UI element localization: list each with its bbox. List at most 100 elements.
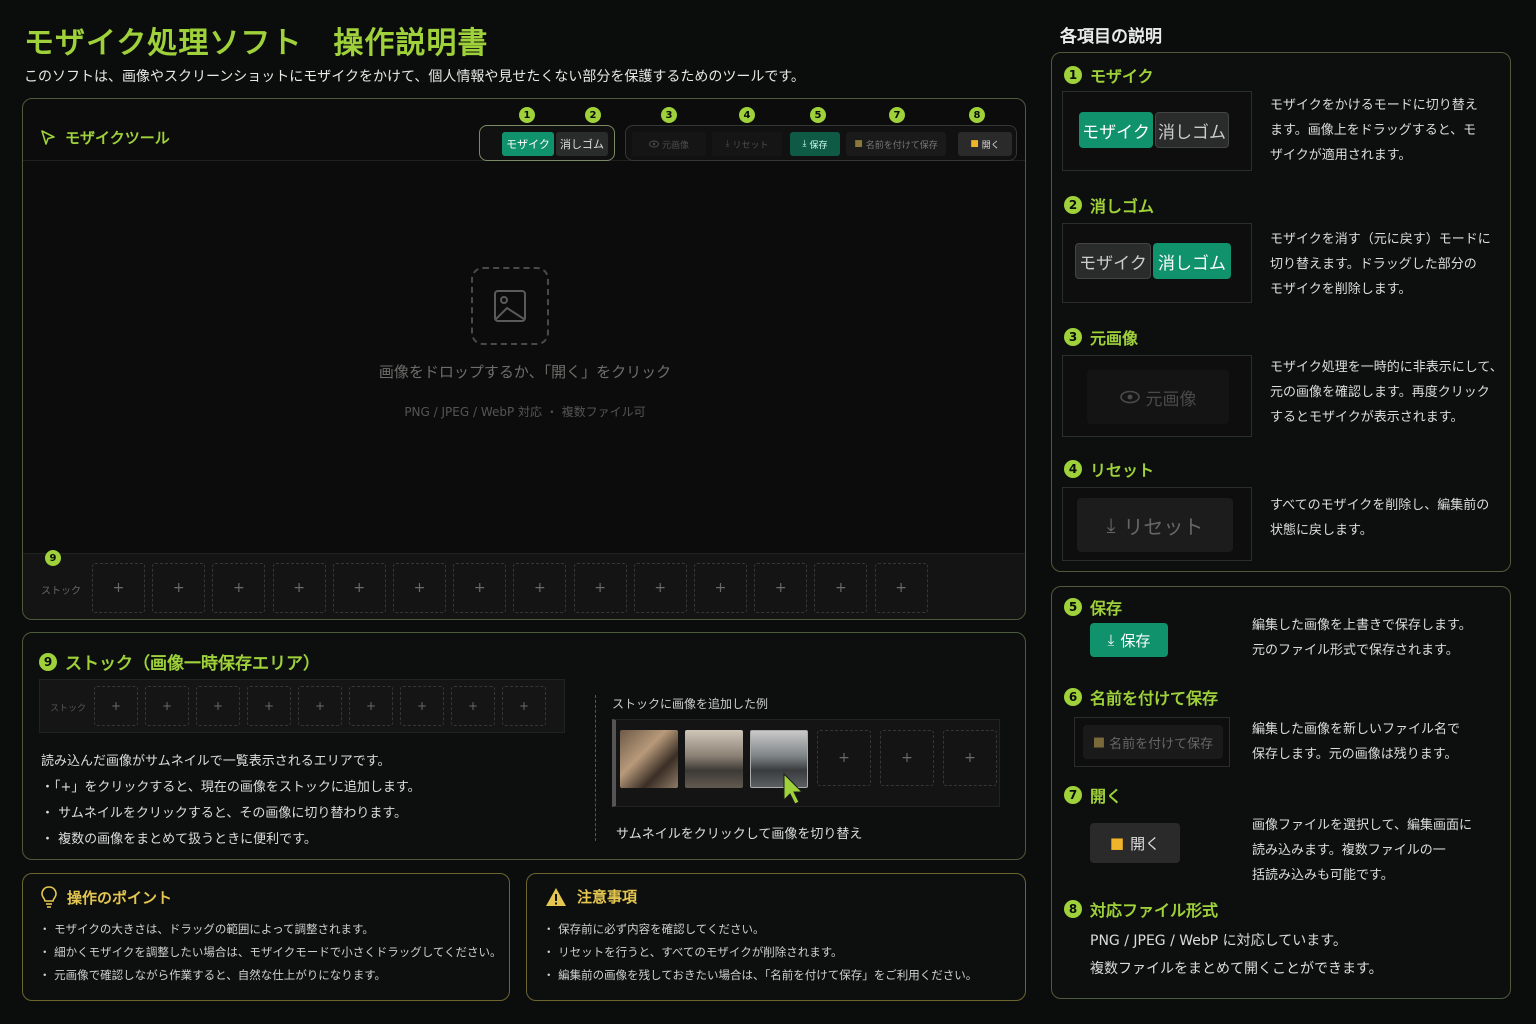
desc-line: モザイク処理を一時的に非表示にして、 [1270, 360, 1503, 375]
original-image-button[interactable]: 元画像 [1087, 370, 1229, 424]
stock-add-slot[interactable]: + [880, 730, 934, 786]
tips-panel: 操作のポイント ・ モザイクの大きさは、ドラッグの範囲によって調整されます。 ・… [22, 873, 510, 1001]
marker-1: 1 [519, 107, 535, 123]
mosaic-mode-button[interactable]: モザイク [502, 132, 554, 156]
item-title-label: 対応ファイル形式 [1090, 901, 1219, 920]
mosaic-mode-button[interactable]: モザイク [1075, 243, 1151, 279]
original-image-label: 元画像 [661, 140, 689, 151]
right-heading: 各項目の説明 [1060, 27, 1162, 47]
stock-add-slot[interactable]: + [196, 686, 240, 726]
stock-add-slot[interactable]: + [298, 686, 342, 726]
save-as-label: 名前を付けて保存 [865, 140, 938, 151]
stock-add-slot[interactable]: + [393, 563, 446, 613]
desc-line: 画像ファイルを選択して、編集画面に [1252, 818, 1472, 833]
caution-panel: 注意事項 ・ 保存前に必ず内容を確認してください。 ・ リセットを行うと、すべて… [526, 873, 1026, 1001]
stock-add-slot[interactable]: + [272, 563, 326, 613]
marker-2: 2 [585, 107, 601, 123]
open-button[interactable]: ■ 開く [958, 132, 1012, 156]
cursor-arrow-icon [41, 129, 55, 145]
warning-icon [546, 887, 566, 906]
eraser-mode-button[interactable]: 消しゴム [556, 132, 608, 156]
marker-9: 9 [39, 652, 57, 671]
save-as-preview: ■ 名前を付けて保存 [1074, 717, 1230, 767]
reset-button[interactable]: ⤓ リセット [1077, 498, 1233, 552]
item-title: 1 モザイク [1064, 63, 1154, 87]
open-label: 開く [1130, 834, 1161, 853]
stock-add-slot[interactable]: + [633, 563, 687, 613]
item-title: 8 対応ファイル形式 [1064, 897, 1218, 921]
original-image-button[interactable]: 元画像 [632, 132, 706, 156]
desc-line: 括読み込みも可能です。 [1252, 868, 1394, 883]
download-icon: ⤓ [1107, 631, 1115, 649]
download-icon: ⤓ [725, 139, 730, 149]
item-description: すべてのモザイクを削除し、編集前の 状態に戻します。 [1270, 493, 1489, 543]
eraser-mode-button[interactable]: 消しゴム [1153, 243, 1231, 279]
item-description: モザイク処理を一時的に非表示にして、 元の画像を確認します。再度クリック すると… [1270, 355, 1503, 430]
thumbnail-hands[interactable] [620, 730, 678, 788]
desc-line: PNG / JPEG / WebP に対応しています。 [1090, 933, 1347, 949]
stock-add-slot[interactable]: + [874, 563, 928, 613]
desc-line: 保存します。元の画像は残ります。 [1252, 747, 1458, 762]
stock-bullet: ・ サムネイルをクリックすると、その画像に切り替わります。 [41, 806, 408, 821]
stock-add-slot[interactable]: + [152, 563, 206, 613]
stock-explanation-panel: 9 ストック（画像一時保存エリア） ストック + + + + + + + + + 読み込んだ画像… [22, 632, 1026, 860]
stock-add-slot[interactable]: + [754, 563, 808, 613]
reset-label: リセット [1123, 514, 1204, 539]
marker-3: 3 [1064, 328, 1082, 346]
stock-add-slot[interactable]: + [513, 563, 567, 613]
lightbulb-icon [41, 886, 57, 908]
stock-add-slot[interactable]: + [502, 686, 546, 726]
stock-section-title-label: ストック（画像一時保存エリア） [65, 654, 320, 674]
save-button[interactable]: ⤓ 保存 [790, 132, 840, 156]
item-title-label: 名前を付けて保存 [1090, 689, 1219, 708]
thumbnail-city[interactable] [685, 730, 743, 788]
stock-add-slot[interactable]: + [573, 563, 627, 613]
page-title: モザイク処理ソフト 操作説明書 [24, 26, 489, 61]
desc-line: 編集した画像を上書きで保存します。 [1252, 618, 1472, 633]
dropzone-image-icon[interactable] [471, 267, 549, 345]
save-label: 保存 [1120, 631, 1151, 650]
drop-message: 画像をドロップするか、「開く」をクリック [378, 363, 672, 381]
folder-icon: ■ [1109, 834, 1125, 852]
stock-add-slot[interactable]: + [814, 563, 868, 613]
original-image-label: 元画像 [1145, 389, 1197, 410]
item-description-panel-1: 1 モザイク モザイク 消しゴム モザイクをかけるモードに切り替え ます。画像上… [1051, 52, 1511, 572]
stock-add-slot[interactable]: + [943, 730, 997, 786]
save-as-button[interactable]: ■ 名前を付けて保存 [1083, 725, 1223, 759]
stock-add-slot[interactable]: + [451, 686, 495, 726]
stock-add-slot[interactable]: + [349, 686, 393, 726]
desc-line: 編集した画像を新しいファイル名で [1252, 722, 1461, 737]
eraser-mode-button[interactable]: 消しゴム [1155, 112, 1229, 148]
action-button-group: 元画像 ⤓ リセット ⤓ 保存 ■ 名前を付けて保存 ■ 開く [625, 125, 1017, 161]
folder-icon: ■ [1092, 734, 1106, 750]
desc-line: 状態に戻します。 [1270, 523, 1373, 538]
marker-8: 8 [1064, 900, 1082, 918]
caution-list: ・ 保存前に必ず内容を確認してください。 ・ リセットを行うと、すべてのモザイク… [543, 918, 977, 987]
open-button[interactable]: ■ 開く [1090, 823, 1180, 863]
item-description-panel-2: 5 保存 ⤓ 保存 編集した画像を上書きで保存します。 元のファイル形式で保存さ… [1051, 586, 1511, 999]
item-title: 6 名前を付けて保存 [1064, 685, 1218, 709]
caution-item: ・ 編集前の画像を残しておきたい場合は、「名前を付けて保存」をご利用ください。 [543, 968, 978, 982]
stock-add-slot[interactable]: + [94, 686, 138, 726]
stock-add-slot[interactable]: + [400, 686, 444, 726]
stock-add-slot[interactable]: + [694, 563, 747, 613]
save-as-button[interactable]: ■ 名前を付けて保存 [846, 132, 946, 156]
stock-add-slot[interactable]: + [92, 563, 145, 613]
image-icon [494, 290, 526, 322]
stock-add-slot[interactable]: + [247, 686, 291, 726]
stock-add-slot[interactable]: + [453, 563, 507, 613]
stock-add-slot[interactable]: + [332, 563, 386, 613]
save-button[interactable]: ⤓ 保存 [1090, 623, 1168, 657]
stock-add-slot[interactable]: + [212, 563, 266, 613]
desc-line: モザイクをかけるモードに切り替え [1270, 98, 1478, 113]
reset-button[interactable]: ⤓ リセット [712, 132, 782, 156]
folder-icon: ■ [970, 139, 979, 149]
mini-stock-bar: ストック + + + + + + + + + [39, 679, 565, 733]
stock-add-slot[interactable]: + [145, 686, 189, 726]
mosaic-mode-button[interactable]: モザイク [1079, 112, 1153, 148]
stock-add-slot[interactable]: + [817, 730, 871, 786]
marker-9: 9 [45, 550, 61, 566]
eraser-preview: モザイク 消しゴム [1062, 223, 1252, 303]
item-title: 2 消しゴム [1064, 193, 1154, 217]
caution-item: ・ リセットを行うと、すべてのモザイクが削除されます。 [543, 945, 843, 959]
